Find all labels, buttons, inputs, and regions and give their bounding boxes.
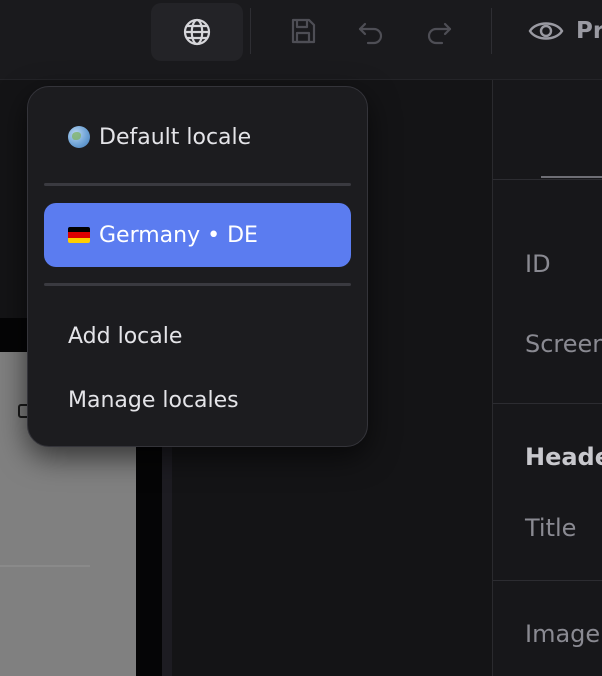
field-label-id: ID bbox=[525, 250, 551, 278]
menu-item-add-locale[interactable]: Add locale bbox=[44, 304, 351, 368]
menu-item-label: Germany • DE bbox=[99, 222, 258, 248]
menu-item-default-locale[interactable]: Default locale bbox=[44, 105, 351, 169]
toolbar-divider bbox=[250, 8, 251, 54]
undo-button[interactable] bbox=[354, 14, 388, 48]
redo-button[interactable] bbox=[422, 14, 456, 48]
menu-item-label: Default locale bbox=[99, 124, 252, 150]
field-label-screen: Screen bbox=[525, 330, 602, 358]
save-button[interactable] bbox=[286, 14, 320, 48]
save-icon bbox=[291, 18, 316, 44]
menu-item-locale-germany[interactable]: Germany • DE bbox=[44, 203, 351, 267]
panel-divider bbox=[493, 179, 602, 180]
menu-separator bbox=[44, 283, 351, 286]
globe-icon bbox=[183, 18, 211, 46]
panel-divider bbox=[493, 580, 602, 581]
menu-separator bbox=[44, 183, 351, 186]
toolbar-divider bbox=[491, 8, 492, 54]
menu-item-manage-locales[interactable]: Manage locales bbox=[44, 368, 351, 432]
active-tab-indicator bbox=[541, 176, 602, 178]
redo-icon bbox=[427, 22, 452, 45]
field-label-image: Image bbox=[525, 620, 601, 648]
device-divider-line bbox=[0, 565, 90, 567]
undo-icon bbox=[358, 22, 383, 45]
menu-item-label: Add locale bbox=[68, 323, 183, 349]
top-toolbar: Pr bbox=[0, 0, 602, 80]
preview-button[interactable]: Pr bbox=[528, 14, 602, 48]
locale-dropdown-menu: Default locale Germany • DE Add locale M… bbox=[27, 86, 368, 447]
field-label-title: Title bbox=[525, 514, 577, 542]
eye-icon bbox=[528, 22, 564, 40]
locale-menu-button[interactable] bbox=[151, 3, 243, 61]
flag-stripe-gold bbox=[68, 237, 90, 243]
properties-panel bbox=[492, 80, 602, 676]
menu-item-label: Manage locales bbox=[68, 387, 239, 413]
flag-germany-icon bbox=[68, 227, 90, 243]
panel-divider bbox=[493, 403, 602, 404]
editor-page: Pr ID Screen Header Title Image Default … bbox=[0, 0, 602, 676]
preview-label: Pr bbox=[576, 18, 602, 44]
section-heading-header: Header bbox=[525, 443, 602, 471]
globe-emoji-icon bbox=[68, 126, 90, 148]
